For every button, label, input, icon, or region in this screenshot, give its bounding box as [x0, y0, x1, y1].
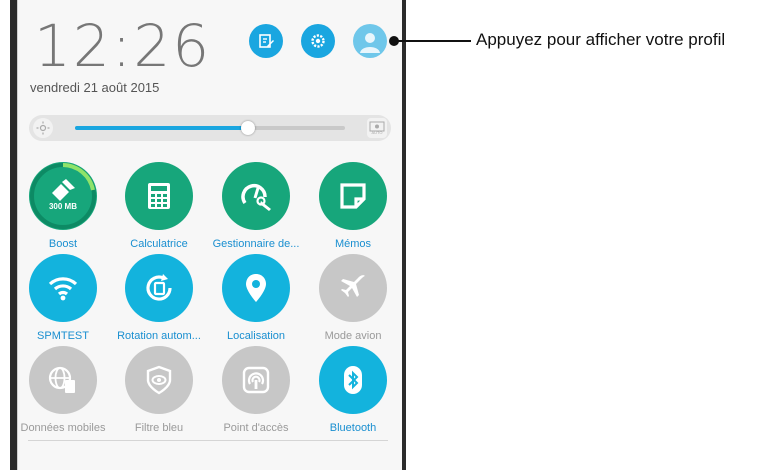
tile-button[interactable]	[222, 162, 290, 230]
tile-label: Données mobiles	[20, 422, 106, 434]
settings-button[interactable]	[301, 24, 335, 58]
tile-label: Filtre bleu	[134, 422, 184, 434]
hotspot-icon	[241, 365, 271, 395]
tile-button[interactable]: 300 MB	[29, 162, 97, 230]
tile-label: Point d'accès	[223, 422, 289, 434]
brightness-fill	[75, 126, 248, 130]
brightness-slider[interactable]: AUTO	[29, 115, 391, 141]
mobile-data-icon	[48, 365, 78, 395]
tile-location[interactable]: Localisation	[208, 254, 304, 342]
profile-button[interactable]	[353, 24, 387, 58]
tile-mobile-data[interactable]: Données mobiles	[15, 346, 111, 434]
tile-label: Bluetooth	[329, 422, 377, 434]
brightness-track[interactable]	[75, 121, 345, 135]
tile-label: Calculatrice	[130, 238, 188, 250]
tile-hotspot[interactable]: Point d'accès	[208, 346, 304, 434]
tile-bluetooth[interactable]: Bluetooth	[305, 346, 401, 434]
rotation-icon	[144, 273, 174, 303]
tile-wifi[interactable]: SPMTEST	[15, 254, 111, 342]
tile-button[interactable]	[29, 346, 97, 414]
tile-gauge-wrench[interactable]: Gestionnaire de...	[208, 162, 304, 250]
callout-text: Appuyez pour afficher votre profil	[476, 30, 726, 49]
edit-button[interactable]	[249, 24, 283, 58]
tile-boost[interactable]: 300 MB Boost	[15, 162, 111, 250]
bluetooth-icon	[341, 365, 365, 395]
tile-rotation[interactable]: Rotation autom...	[111, 254, 207, 342]
tile-button[interactable]	[125, 254, 193, 322]
tile-label: Rotation autom...	[117, 330, 201, 342]
date: vendredi 21 août 2015	[30, 80, 160, 95]
tile-label: Mémos	[334, 238, 372, 250]
blue-filter-icon	[145, 365, 173, 395]
boost-memory-label: 300 MB	[48, 202, 77, 211]
tile-button[interactable]	[222, 346, 290, 414]
brightness-thumb[interactable]	[240, 121, 255, 135]
edit-icon	[259, 34, 274, 48]
airplane-icon	[338, 273, 368, 303]
clock: 12:26	[34, 12, 212, 80]
tile-label: Localisation	[226, 330, 286, 342]
tile-label: Gestionnaire de...	[212, 238, 300, 250]
phone-bezel-right	[402, 0, 406, 470]
tile-button[interactable]	[125, 162, 193, 230]
tile-blue-filter[interactable]: Filtre bleu	[111, 346, 207, 434]
callout-line	[393, 40, 471, 42]
gauge-wrench-icon	[239, 181, 273, 211]
brightness-low-icon	[33, 118, 53, 138]
calculator-icon	[146, 181, 172, 211]
tile-button[interactable]	[319, 162, 387, 230]
tile-label: SPMTEST	[37, 330, 89, 342]
memo-icon	[339, 182, 367, 210]
auto-label: AUTO	[371, 130, 383, 135]
profile-icon	[360, 33, 380, 53]
location-icon	[245, 273, 267, 303]
tile-button[interactable]	[222, 254, 290, 322]
tile-button[interactable]	[125, 346, 193, 414]
divider	[28, 440, 388, 441]
wifi-icon	[48, 275, 78, 301]
tile-button[interactable]	[319, 254, 387, 322]
settings-icon	[311, 34, 325, 48]
tile-label: Boost	[48, 238, 78, 250]
tile-button[interactable]	[319, 346, 387, 414]
tile-airplane[interactable]: Mode avion	[305, 254, 401, 342]
tile-calculator[interactable]: Calculatrice	[111, 162, 207, 250]
tile-label: Mode avion	[324, 330, 382, 342]
callout-dot	[389, 36, 399, 46]
tile-button[interactable]	[29, 254, 97, 322]
tile-memo[interactable]: Mémos	[305, 162, 401, 250]
auto-brightness-toggle[interactable]: AUTO	[367, 118, 387, 138]
